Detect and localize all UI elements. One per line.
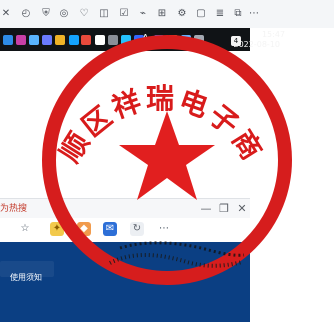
taskbar: A — [0, 28, 250, 51]
checkbox-icon[interactable]: ☑ — [118, 8, 130, 20]
list-icon[interactable]: ≣ — [214, 8, 226, 20]
desktop-screenshot: ✕ ◴ ⛨ ◎ ♡ ◫ ☑ ⌁ ⊞ ⚙ ▢ ≣ ⧉ ⋯ A 15:47 2022… — [0, 0, 334, 322]
lasso-icon[interactable]: ⌁ — [137, 8, 149, 20]
chat-icon[interactable]: ◫ — [98, 8, 110, 20]
heart-icon[interactable]: ♡ — [78, 8, 90, 20]
app-icon[interactable] — [42, 35, 52, 45]
notification-badge[interactable]: 4 — [231, 36, 241, 46]
security-icon[interactable] — [121, 35, 131, 45]
copy-icon[interactable]: ⧉ — [232, 8, 244, 20]
top-toolbar-icons: ✕ ◴ ⛨ ◎ ♡ ◫ ☑ ⌁ ⊞ ⚙ ▢ ≣ ⧉ ⋯ — [0, 8, 260, 22]
tab-label[interactable]: 为热搜 — [0, 203, 27, 215]
shield-icon[interactable]: ⛨ — [40, 8, 52, 20]
usage-notice-link[interactable]: 使用须知 — [10, 272, 42, 284]
speaker-icon[interactable] — [194, 35, 204, 45]
refresh-icon[interactable]: ↻ — [130, 222, 144, 236]
close-icon[interactable]: ✕ — [234, 200, 250, 218]
more-icon[interactable]: ⋯ — [157, 222, 171, 236]
mail-icon[interactable]: ✉ — [103, 222, 117, 236]
wifi-icon[interactable] — [181, 35, 191, 45]
input-indicator[interactable]: A — [142, 32, 149, 46]
app-icon[interactable] — [154, 35, 164, 45]
browser-icon[interactable] — [29, 35, 39, 45]
app-icon[interactable] — [69, 35, 79, 45]
restore-icon[interactable]: ❐ — [216, 200, 232, 218]
star-icon[interactable]: ☆ — [18, 222, 32, 236]
minimize-icon[interactable]: — — [198, 200, 214, 218]
app-icon[interactable] — [16, 35, 26, 45]
top-toolbar: ✕ ◴ ⛨ ◎ ♡ ◫ ☑ ⌁ ⊞ ⚙ ▢ ≣ ⧉ ⋯ — [0, 0, 334, 28]
settings-icon[interactable]: ⚙ — [176, 8, 188, 20]
page-icon[interactable] — [95, 35, 105, 45]
dismiss-icon[interactable]: ✕ — [0, 8, 12, 20]
frame-icon[interactable]: ▢ — [195, 8, 207, 20]
favorite-icon[interactable]: ◎ — [58, 8, 70, 20]
audio-icon[interactable] — [108, 35, 118, 45]
grid-icon[interactable]: ⊞ — [156, 8, 168, 20]
app-icon[interactable]: ◆ — [77, 222, 91, 236]
folder-icon[interactable] — [55, 35, 65, 45]
history-icon[interactable]: ◴ — [20, 8, 32, 20]
cloud-icon[interactable] — [3, 35, 13, 45]
menu-icon[interactable]: ⋯ — [248, 8, 260, 20]
browser-toolbar: ☆ ✦ ◆ ✉ ↻ ⋯ — [0, 218, 250, 243]
security-icon[interactable] — [168, 35, 178, 45]
stop-icon[interactable] — [81, 35, 91, 45]
browser-title-bar: 为热搜 — ❐ ✕ — [0, 198, 250, 219]
extension-icon[interactable]: ✦ — [50, 222, 64, 236]
seal-star — [119, 111, 215, 200]
clock-time[interactable]: 15:47 — [262, 30, 285, 40]
